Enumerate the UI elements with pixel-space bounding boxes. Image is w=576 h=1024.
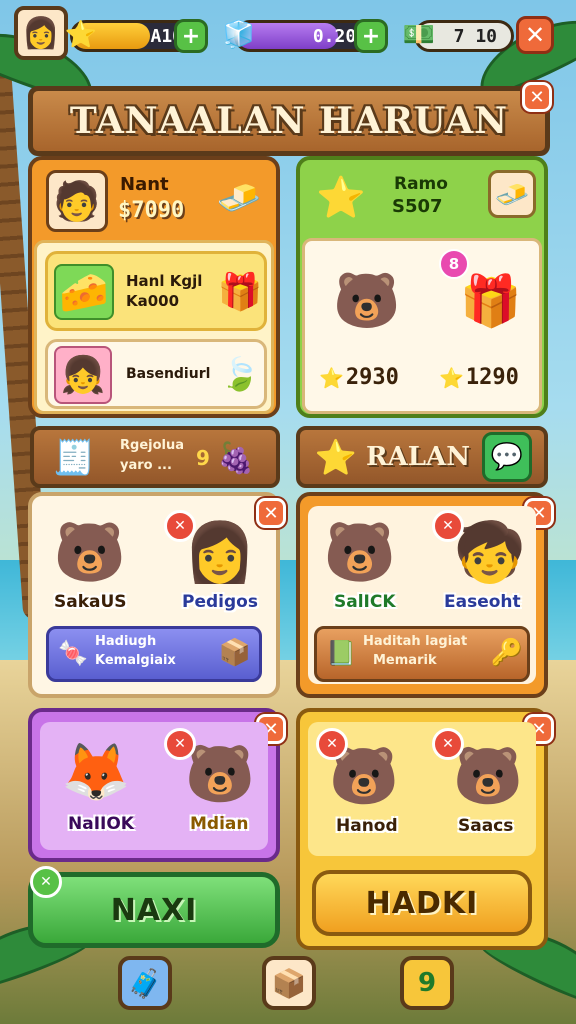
profile-amount: $7090	[118, 198, 185, 223]
price-2: ⭐ 1290	[439, 365, 519, 390]
info-plank-right[interactable]: ⭐ RALAN 💬	[296, 426, 548, 488]
banner-2-line-1: Haditah lagiat	[363, 634, 468, 649]
shop-line-1: Ramo	[394, 174, 448, 194]
butter-box-icon[interactable]: 🧈	[488, 170, 536, 218]
coin-icon: ⭐	[319, 365, 344, 390]
banner-1-line-2: Kemalgiaix	[95, 653, 176, 668]
remove-badge-icon[interactable]: ✕	[164, 510, 196, 542]
ticket-icon: 🧾	[52, 438, 96, 478]
girl-avatar-icon: 👧	[54, 346, 112, 404]
char-name-2: Easeoht	[444, 592, 521, 612]
bear-character-icon: 🐻	[323, 517, 397, 586]
page-title: TANAALAN HARUAN	[69, 100, 509, 142]
remove-badge-icon[interactable]: ✕	[164, 728, 196, 760]
char-name-2: Pedigos	[182, 592, 258, 612]
gem-icon: 🧊	[222, 20, 256, 50]
price-1: ⭐ 2930	[319, 365, 399, 390]
chat-dock-button[interactable]: 9	[400, 956, 454, 1010]
coin-icon: ⭐	[439, 365, 464, 390]
hadki-button[interactable]: HADKI	[312, 870, 532, 936]
cash-value: 7 10	[453, 25, 497, 47]
star-icon: ⭐	[314, 438, 358, 478]
fox-character-icon: 🦊	[61, 740, 131, 805]
remove-badge-icon[interactable]: ✕	[432, 728, 464, 760]
dock-number: 9	[417, 968, 437, 998]
backpack-button[interactable]: 🧳	[118, 956, 172, 1010]
quest-card-1-sub: Ka000	[126, 292, 180, 310]
key-icon: 🔑	[490, 638, 524, 668]
plank-line-2: yaro ...	[120, 458, 172, 473]
grape-icon: 🍇	[217, 440, 255, 476]
price-1-value: 2930	[345, 365, 399, 390]
naxi-button[interactable]: NAXI	[28, 872, 280, 948]
shop-content: 8 🐻 🎁 ⭐ 2930 ⭐ 1290	[302, 238, 542, 414]
team-card-3[interactable]: ✕ 🦊 NaIIOK 🐻 ✕ Mdian	[28, 708, 286, 862]
leaf-icon: 🍃	[220, 355, 260, 393]
cash-icon: 💵	[402, 20, 436, 50]
gold-icon: ⭐	[64, 20, 98, 50]
naxi-badge-icon: ✕	[30, 866, 62, 898]
shop-panel: ⭐ Ramo S507 🧈 8 🐻 🎁 ⭐ 2930 ⭐ 1290	[296, 156, 548, 418]
info-plank-left[interactable]: 🧾 Rgejolua yaro ... 9 🍇	[30, 426, 280, 488]
profile-name: Nant	[120, 174, 169, 195]
char-name-1: NaIIOK	[68, 814, 134, 834]
close-icon[interactable]: ✕	[516, 16, 554, 54]
chat-icon[interactable]: 💬	[482, 432, 532, 482]
crate-icon: 📦	[218, 638, 252, 668]
box-icon: 📦	[271, 966, 307, 1000]
team-card-1[interactable]: ✕ 🐻 SakaUS 👩 ✕ Pedigos 🍬 Hadiugh Kemalgi…	[28, 492, 286, 698]
profile-panel: 🧑 Nant $7090 🧈 🧀 Hanl Kgjl Ka000 🎁 👧 Bas…	[28, 156, 280, 418]
plank-line-1: Rgejolua	[120, 438, 185, 453]
quest-card-2-label: Basendiurl	[126, 366, 211, 382]
gift-box-icon[interactable]: 🎁	[451, 265, 531, 337]
title-close-button[interactable]: ✕	[522, 82, 552, 112]
add-gold-button[interactable]: +	[174, 19, 208, 53]
quest-card-2[interactable]: 👧 Basendiurl 🍃	[45, 339, 267, 409]
bear-icon[interactable]: 🐻	[327, 263, 407, 339]
shop-line-2: S507	[392, 196, 443, 217]
backpack-icon: 🧳	[127, 966, 163, 1000]
team-card-4[interactable]: ✕ 🐻 ✕ Hanod 🐻 ✕ Saacs HADKI	[296, 708, 554, 950]
team-1-banner[interactable]: 🍬 Hadiugh Kemalgiaix 📦	[46, 626, 262, 682]
plank-number: 9	[196, 446, 210, 470]
box-button[interactable]: 📦	[262, 956, 316, 1010]
book-icon: 📗	[326, 639, 356, 667]
char-name-1: SalICK	[334, 592, 396, 612]
remove-badge-icon[interactable]: ✕	[316, 728, 348, 760]
title-banner: TANAALAN HARUAN	[28, 86, 550, 156]
star-icon: ⭐	[316, 174, 366, 221]
banner-1-line-1: Hadiugh	[95, 634, 157, 649]
avatar-icon: 👩	[22, 15, 60, 51]
gift-icon: 🎁	[217, 272, 263, 313]
char-name-1: SakaUS	[54, 592, 127, 612]
char-name-2: Saacs	[458, 816, 514, 836]
quest-card-1-title: Hanl Kgjl	[126, 272, 203, 290]
char-name-1: Hanod	[336, 816, 398, 836]
plank-title: RALAN	[366, 442, 470, 472]
team-card-2[interactable]: ✕ 🐻 SalICK 🧒 ✕ Easeoht 📗 Haditah lagiat …	[296, 492, 554, 698]
cheese-icon: 🧀	[54, 264, 114, 320]
candy-icon: 🍬	[58, 639, 88, 667]
banner-2-line-2: Memarik	[373, 653, 437, 668]
profile-avatar: 🧑	[46, 170, 108, 232]
char-name-2: Mdian	[190, 814, 249, 834]
team-2-banner[interactable]: 📗 Haditah lagiat Memarik 🔑	[314, 626, 530, 682]
add-gems-button[interactable]: +	[354, 19, 388, 53]
price-2-value: 1290	[465, 365, 519, 390]
remove-badge-icon[interactable]: ✕	[432, 510, 464, 542]
butter-icon: 🧈	[216, 178, 262, 219]
quest-card-1[interactable]: 🧀 Hanl Kgjl Ka000 🎁	[45, 251, 267, 331]
profile-content: 🧀 Hanl Kgjl Ka000 🎁 👧 Basendiurl 🍃	[34, 240, 274, 414]
player-avatar[interactable]: 👩	[14, 6, 68, 60]
bear-character-icon: 🐻	[53, 517, 127, 586]
